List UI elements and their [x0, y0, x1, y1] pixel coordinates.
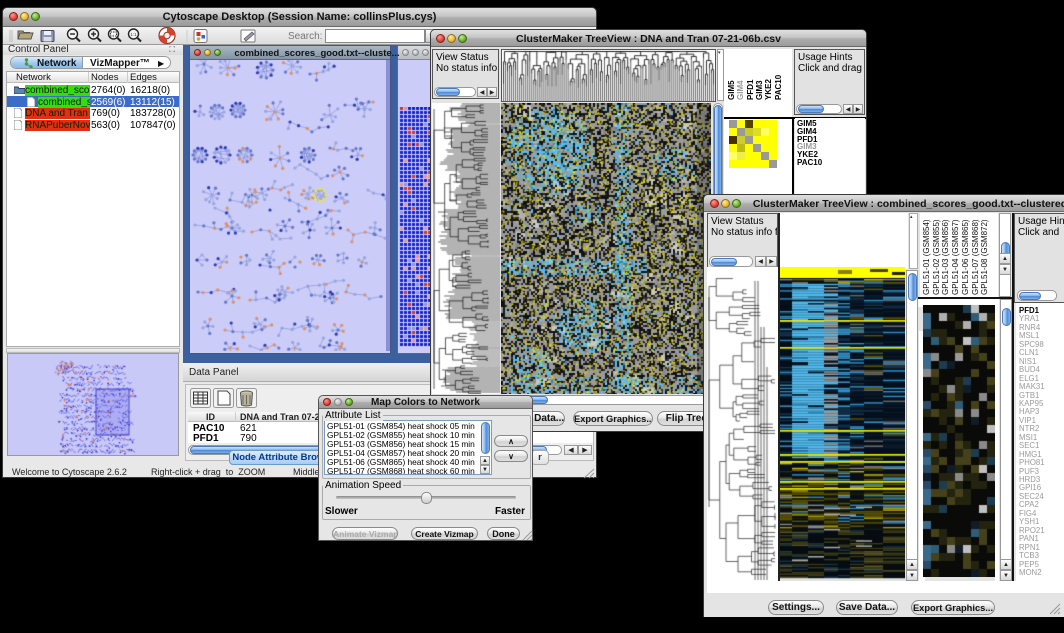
svg-text:1:1: 1:1	[130, 32, 137, 37]
